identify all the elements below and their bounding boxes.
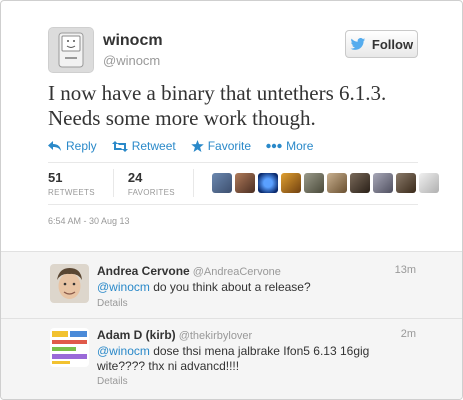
reply-item[interactable]: Adam D (kirb) @thekirbylover 2m @winocm d… bbox=[1, 320, 462, 399]
avatar[interactable] bbox=[211, 173, 232, 193]
tweet-text-line1: I now have a binary that untethers 6.1.3… bbox=[48, 81, 387, 105]
main-tweet: winocm @winocm Follow I now have a binar… bbox=[1, 1, 462, 251]
tweet-stats: 51 RETWEETS 24 FAVORITES bbox=[48, 169, 439, 197]
avatar bbox=[50, 264, 89, 303]
favorite-action[interactable]: Favorite bbox=[190, 139, 252, 153]
details-link[interactable]: Details bbox=[97, 376, 128, 387]
tweet-panel: winocm @winocm Follow I now have a binar… bbox=[0, 0, 463, 400]
reply-body: do you think about a release? bbox=[149, 280, 311, 294]
tweet-timestamp[interactable]: 6:54 AM - 30 Aug 13 bbox=[48, 216, 130, 226]
reply-text: @winocm do you think about a release? bbox=[97, 280, 407, 295]
avatar[interactable] bbox=[50, 328, 89, 367]
retweets-label: RETWEETS bbox=[48, 187, 95, 197]
reply-author-handle: @AndreaCervone bbox=[192, 266, 281, 278]
tweet-text-line2: Needs some more work though. bbox=[48, 106, 316, 130]
reply-action[interactable]: Reply bbox=[48, 139, 97, 153]
tweet-text: I now have a binary that untethers 6.1.3… bbox=[48, 81, 428, 131]
follow-button[interactable]: Follow bbox=[345, 30, 418, 58]
avatar[interactable] bbox=[303, 173, 324, 193]
retweet-label: Retweet bbox=[131, 139, 176, 153]
favorite-label: Favorite bbox=[207, 139, 252, 153]
avatar[interactable] bbox=[395, 173, 416, 193]
details-link[interactable]: Details bbox=[97, 298, 128, 309]
reply-author-name: Adam D (kirb) bbox=[97, 328, 176, 342]
reply-time[interactable]: 13m bbox=[395, 264, 416, 276]
reply-label: Reply bbox=[66, 139, 97, 153]
more-action[interactable]: More bbox=[266, 139, 313, 153]
reply-author-handle: @thekirbylover bbox=[178, 330, 253, 342]
reply-icon bbox=[48, 141, 61, 151]
more-label: More bbox=[286, 139, 314, 153]
user-avatar[interactable] bbox=[48, 27, 94, 73]
reply-time[interactable]: 2m bbox=[401, 328, 416, 340]
reply-text: @winocm dose thsi mena jalbrake Ifon5 6.… bbox=[97, 344, 407, 374]
favorites-stat[interactable]: 24 FAVORITES bbox=[128, 170, 193, 197]
mention-link[interactable]: @winocm bbox=[97, 280, 150, 294]
avatar[interactable] bbox=[349, 173, 370, 193]
retweet-action[interactable]: Retweet bbox=[111, 139, 176, 153]
divider bbox=[48, 204, 418, 205]
avatar[interactable] bbox=[257, 173, 278, 193]
classic-mac-avatar bbox=[49, 28, 93, 72]
retweets-count: 51 bbox=[48, 169, 63, 185]
twitter-bird-icon bbox=[350, 37, 366, 50]
user-handle[interactable]: @winocm bbox=[103, 53, 160, 68]
avatar bbox=[50, 328, 89, 367]
avatar[interactable] bbox=[372, 173, 393, 193]
reply-item[interactable]: Andrea Cervone @AndreaCervone 13m @winocm… bbox=[1, 252, 462, 315]
divider bbox=[112, 169, 114, 197]
avatar[interactable] bbox=[280, 173, 301, 193]
reply-author[interactable]: Adam D (kirb) @thekirbylover bbox=[97, 328, 252, 342]
username[interactable]: winocm bbox=[103, 32, 163, 50]
divider bbox=[1, 318, 462, 319]
divider bbox=[192, 169, 194, 197]
favorites-count: 24 bbox=[127, 169, 143, 185]
retweets-stat[interactable]: 51 RETWEETS bbox=[48, 170, 113, 197]
avatar[interactable] bbox=[234, 173, 255, 193]
avatar[interactable] bbox=[418, 173, 439, 193]
follow-label: Follow bbox=[371, 36, 414, 52]
favorite-star-icon bbox=[190, 140, 204, 152]
reply-author-name: Andrea Cervone bbox=[97, 264, 190, 278]
favorites-label: FAVORITES bbox=[127, 187, 175, 197]
avatar[interactable] bbox=[326, 173, 347, 193]
mention-link[interactable]: @winocm bbox=[97, 344, 150, 358]
tweet-actions: Reply Retweet Favorite More bbox=[48, 139, 313, 153]
reply-author[interactable]: Andrea Cervone @AndreaCervone bbox=[97, 264, 281, 278]
avatar[interactable] bbox=[50, 264, 89, 303]
favoriters-avatars bbox=[211, 173, 439, 193]
retweet-icon bbox=[111, 140, 128, 152]
more-dots-icon bbox=[266, 143, 282, 149]
replies-section: Andrea Cervone @AndreaCervone 13m @winocm… bbox=[1, 251, 462, 399]
divider bbox=[48, 162, 418, 163]
